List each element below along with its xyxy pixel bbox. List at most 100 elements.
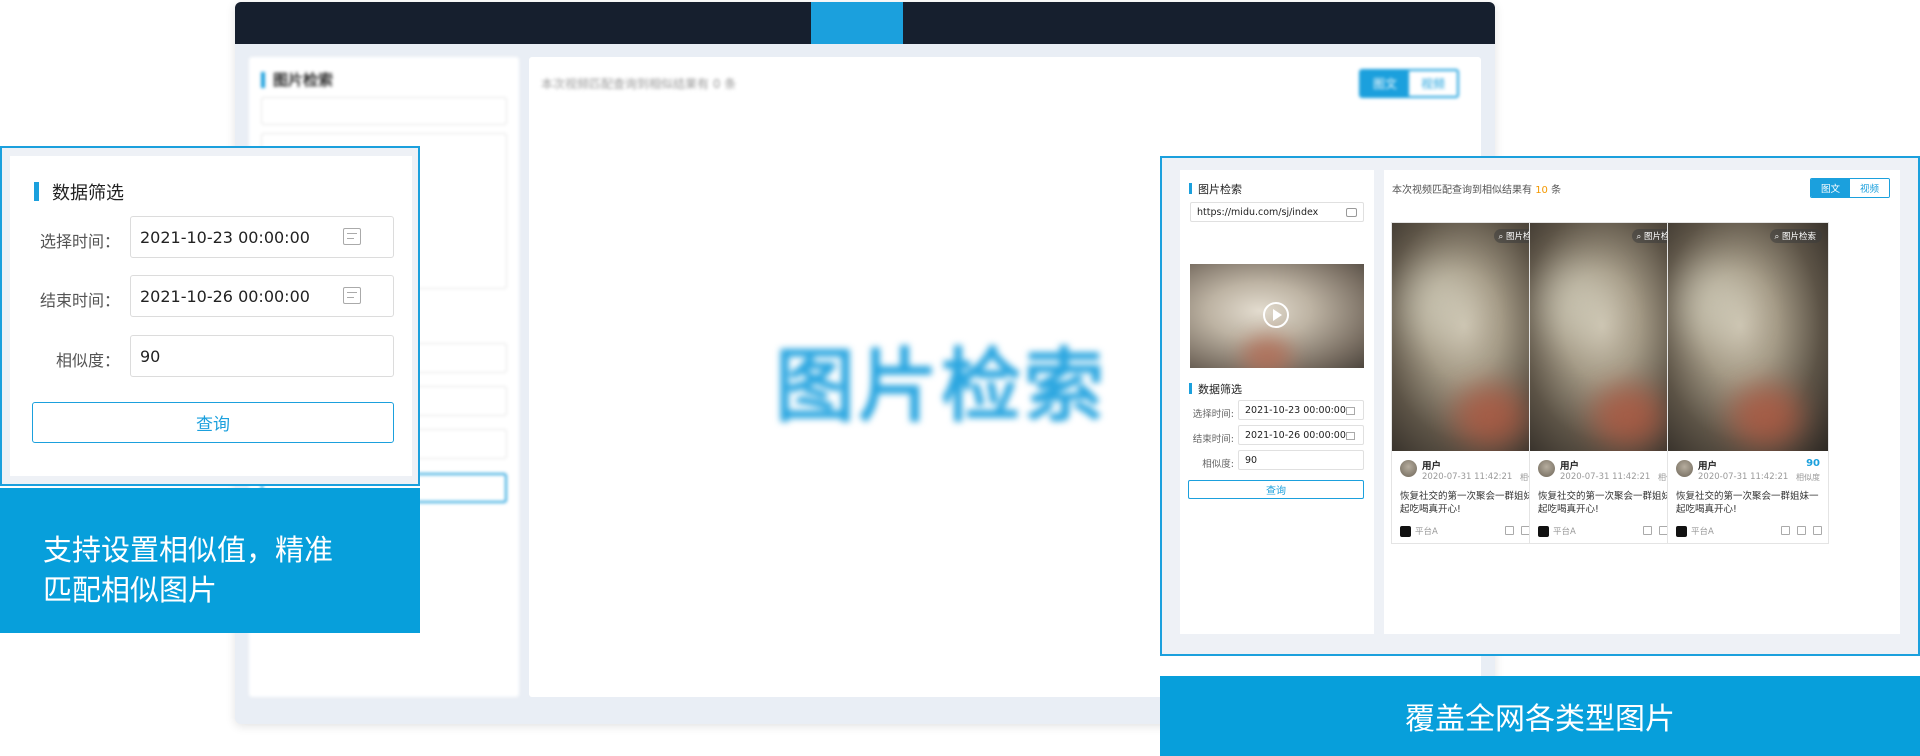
calendar-icon[interactable] <box>1346 407 1355 415</box>
username: 用户 <box>1560 461 1580 472</box>
similarity-label: 相似度: <box>1202 459 1234 470</box>
play-icon[interactable] <box>1263 302 1289 328</box>
bg-tab-video[interactable]: 视频 <box>1408 71 1457 96</box>
start-time-label: 选择时间： <box>39 232 120 251</box>
caption-line-2: 匹配相似图片 <box>43 573 218 607</box>
post-date: 2020-07-31 11:42:21 <box>1698 472 1789 482</box>
center-hero-title: 图片检索 <box>775 340 1107 433</box>
download-icon[interactable] <box>1643 526 1652 535</box>
search-icon: ⌕ <box>1636 232 1642 242</box>
bg-tab-image-text[interactable]: 图文 <box>1360 71 1409 96</box>
similarity-score: 90 <box>1806 458 1820 469</box>
similarity-value: 90 <box>1245 454 1258 466</box>
bg-results-summary: 本次视频匹配查询到相似结果有 0 条 <box>541 77 737 91</box>
thumbnail-shading <box>1242 336 1292 368</box>
end-time-value: 2021-10-26 00:00:00 <box>140 286 310 306</box>
feature-caption-similarity: 支持设置相似值，精准 匹配相似图片 <box>0 488 420 633</box>
query-button[interactable]: 查询 <box>32 402 394 443</box>
username: 用户 <box>1698 461 1718 472</box>
filter-panel: 数据筛选 选择时间： 2021-10-23 00:00:00 结束时间： 202… <box>10 156 412 476</box>
tab-video[interactable]: 视频 <box>1849 179 1889 197</box>
calendar-icon[interactable] <box>1346 432 1355 440</box>
end-time-value: 2021-10-26 00:00:00 <box>1245 429 1346 441</box>
post-text: 恢复社交的第一次聚会一群姐妹一起吃喝真开心! <box>1676 491 1819 515</box>
camera-icon[interactable] <box>1346 208 1357 217</box>
summary-suffix: 条 <box>1551 185 1562 196</box>
platform-name: 平台A <box>1553 527 1576 537</box>
result-count: 10 <box>1535 185 1548 196</box>
image-shading <box>1730 385 1802 447</box>
filter-callout: 数据筛选 选择时间： 2021-10-23 00:00:00 结束时间： 202… <box>0 146 420 486</box>
platform-name: 平台A <box>1415 527 1438 537</box>
avatar <box>1676 460 1693 477</box>
image-shading <box>1402 263 1472 343</box>
bg-result-type-tabs: 图文 视频 <box>1358 69 1459 98</box>
post-date: 2020-07-31 11:42:21 <box>1560 472 1651 482</box>
similarity-value: 90 <box>140 346 161 366</box>
copy-icon[interactable] <box>1813 526 1822 535</box>
result-image[interactable]: ⌕ 图片检索 <box>1392 223 1552 451</box>
platform-logo-icon <box>1400 526 1411 537</box>
avatar <box>1538 460 1555 477</box>
similarity-score-label: 相似度 <box>1796 473 1820 482</box>
bg-search-title: 图片检索 <box>273 71 334 89</box>
image-search-title: 图片检索 <box>1198 183 1242 196</box>
start-time-value: 2021-10-23 00:00:00 <box>1245 404 1346 416</box>
end-time-field[interactable]: 2021-10-26 00:00:00 <box>130 275 394 317</box>
caption-line-1: 支持设置相似值，精准 <box>43 533 334 567</box>
image-shading <box>1678 263 1748 343</box>
start-time-field[interactable]: 2021-10-23 00:00:00 <box>130 216 394 258</box>
uploaded-video-thumbnail[interactable] <box>1190 264 1364 368</box>
image-shading <box>1454 385 1526 447</box>
active-nav-tab[interactable] <box>811 2 903 44</box>
results-summary: 本次视频匹配查询到相似结果有 10 条 <box>1392 181 1561 196</box>
section-marker <box>261 72 265 88</box>
summary-prefix: 本次视频匹配查询到相似结果有 <box>1392 185 1532 196</box>
image-shading <box>1592 385 1664 447</box>
start-time-label: 选择时间: <box>1192 409 1234 420</box>
link-icon[interactable] <box>1797 526 1806 535</box>
filter-section-title: 数据筛选 <box>52 183 124 204</box>
section-marker <box>34 182 39 201</box>
platform-logo-icon <box>1676 526 1687 537</box>
query-button[interactable]: 查询 <box>1188 480 1364 499</box>
download-icon[interactable] <box>1781 526 1790 535</box>
calendar-icon[interactable] <box>343 287 361 304</box>
image-url-value: https://midu.com/sj/index <box>1197 206 1319 218</box>
end-time-label: 结束时间: <box>1192 434 1234 445</box>
start-time-value: 2021-10-23 00:00:00 <box>140 227 310 247</box>
avatar <box>1400 460 1417 477</box>
feature-caption-coverage: 覆盖全网各类型图片 <box>1160 676 1920 756</box>
download-icon[interactable] <box>1505 526 1514 535</box>
result-image[interactable]: ⌕ 图片检索 <box>1530 223 1690 451</box>
search-icon: ⌕ <box>1774 232 1780 242</box>
bg-url-input[interactable] <box>261 97 507 125</box>
similarity-input[interactable]: 90 <box>1238 450 1364 470</box>
section-marker <box>1189 383 1192 394</box>
calendar-icon[interactable] <box>343 228 361 245</box>
search-sidebar: 图片检索 https://midu.com/sj/index 数据筛选 选择时间… <box>1180 170 1374 634</box>
results-preview-callout: 图片检索 https://midu.com/sj/index 数据筛选 选择时间… <box>1160 156 1920 656</box>
search-results-panel: 本次视频匹配查询到相似结果有 10 条 图文 视频 ⌕ 图片检索 用户 2020… <box>1384 170 1900 634</box>
image-search-chip[interactable]: ⌕ 图片检索 <box>1769 229 1822 243</box>
similarity-input[interactable]: 90 <box>130 335 394 377</box>
end-time-label: 结束时间： <box>39 291 120 310</box>
section-marker <box>1189 183 1192 194</box>
start-time-field[interactable]: 2021-10-23 00:00:00 <box>1238 400 1364 420</box>
result-card[interactable]: ⌕ 图片检索 用户 2020-07-31 11:42:21 90 相似度 恢复社… <box>1667 222 1829 544</box>
search-icon: ⌕ <box>1498 232 1504 242</box>
platform-name: 平台A <box>1691 527 1714 537</box>
tab-image-text[interactable]: 图文 <box>1810 179 1850 197</box>
post-text: 恢复社交的第一次聚会一群姐妹一起吃喝真开心! <box>1538 491 1681 515</box>
result-type-tabs: 图文 视频 <box>1809 178 1890 198</box>
image-search-chip-label: 图片检索 <box>1781 232 1816 242</box>
platform-logo-icon <box>1538 526 1549 537</box>
image-shading <box>1540 263 1610 343</box>
similarity-label: 相似度： <box>55 351 120 370</box>
post-text: 恢复社交的第一次聚会一群姐妹一起吃喝真开心! <box>1400 491 1543 515</box>
username: 用户 <box>1422 461 1442 472</box>
filter-section-title: 数据筛选 <box>1198 383 1242 396</box>
image-url-input[interactable]: https://midu.com/sj/index <box>1190 202 1364 222</box>
end-time-field[interactable]: 2021-10-26 00:00:00 <box>1238 425 1364 445</box>
result-image[interactable]: ⌕ 图片检索 <box>1668 223 1828 451</box>
